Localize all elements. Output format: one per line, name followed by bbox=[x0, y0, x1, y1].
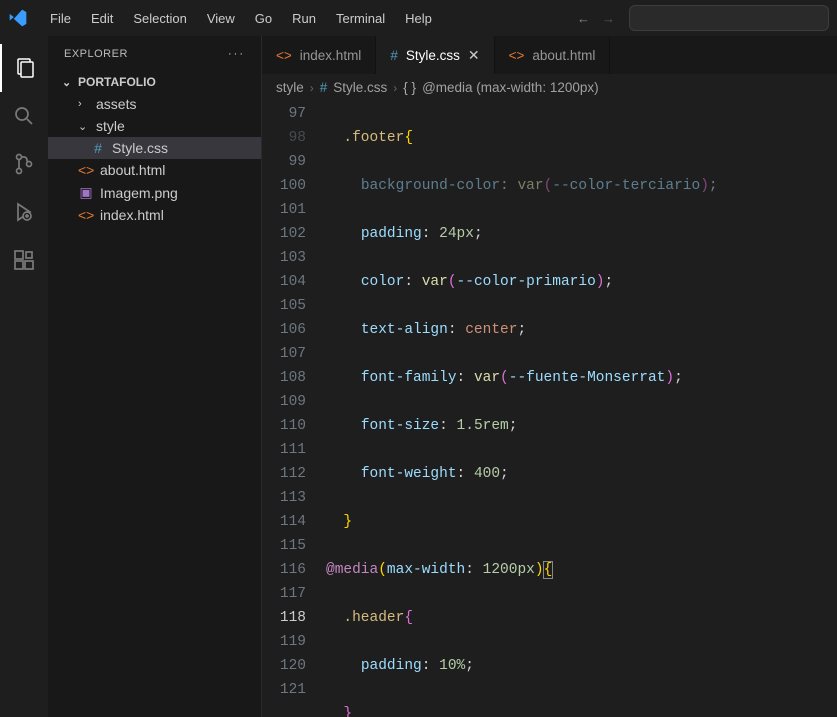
line-gutter: 9798991001011021031041051061071081091101… bbox=[262, 102, 326, 717]
editor-area: <> index.html # Style.css ✕ <> about.htm… bbox=[262, 36, 837, 717]
close-icon[interactable]: ✕ bbox=[468, 47, 480, 64]
file-about-html[interactable]: <> about.html bbox=[48, 159, 261, 181]
source-control-icon[interactable] bbox=[0, 140, 48, 188]
tab-style-css[interactable]: # Style.css ✕ bbox=[376, 36, 494, 74]
menu-edit[interactable]: Edit bbox=[83, 7, 121, 30]
html-file-icon: <> bbox=[78, 162, 94, 178]
folder-style[interactable]: ⌄ style bbox=[48, 115, 261, 137]
sidebar-more-icon[interactable]: ··· bbox=[228, 48, 245, 60]
folder-assets[interactable]: › assets bbox=[48, 93, 261, 115]
chevron-right-icon: › bbox=[393, 81, 397, 95]
file-style-css[interactable]: # Style.css bbox=[48, 137, 261, 159]
html-file-icon: <> bbox=[78, 207, 94, 223]
run-debug-icon[interactable] bbox=[0, 188, 48, 236]
menu-view[interactable]: View bbox=[199, 7, 243, 30]
chevron-right-icon: › bbox=[310, 81, 314, 95]
search-icon[interactable] bbox=[0, 92, 48, 140]
command-center-search[interactable] bbox=[629, 5, 829, 31]
css-file-icon: # bbox=[320, 80, 328, 95]
code-content[interactable]: .footer{ background-color: var(--color-t… bbox=[326, 102, 837, 717]
file-imagem-png[interactable]: ▣ Imagem.png bbox=[48, 181, 261, 204]
project-root[interactable]: ⌄ PORTAFOLIO bbox=[48, 71, 261, 93]
css-file-icon: # bbox=[90, 140, 106, 156]
nav-back-icon[interactable]: ← bbox=[577, 11, 590, 26]
image-file-icon: ▣ bbox=[78, 184, 94, 201]
breadcrumb-file[interactable]: Style.css bbox=[333, 80, 387, 95]
explorer-sidebar: EXPLORER ··· ⌄ PORTAFOLIO › assets ⌄ sty… bbox=[48, 36, 262, 717]
html-file-icon: <> bbox=[276, 48, 292, 63]
vscode-logo-icon bbox=[8, 8, 28, 28]
menu-terminal[interactable]: Terminal bbox=[328, 7, 393, 30]
menu-help[interactable]: Help bbox=[397, 7, 440, 30]
menu-file[interactable]: File bbox=[42, 7, 79, 30]
breadcrumbs[interactable]: style › # Style.css › { } @media (max-wi… bbox=[262, 74, 837, 102]
sidebar-title: EXPLORER bbox=[64, 48, 128, 60]
explorer-icon[interactable] bbox=[0, 44, 48, 92]
css-file-icon: # bbox=[390, 48, 398, 63]
titlebar: File Edit Selection View Go Run Terminal… bbox=[0, 0, 837, 36]
tab-index-html[interactable]: <> index.html bbox=[262, 36, 376, 74]
code-editor[interactable]: 9798991001011021031041051061071081091101… bbox=[262, 102, 837, 717]
chevron-right-icon: › bbox=[78, 98, 90, 110]
file-index-html[interactable]: <> index.html bbox=[48, 204, 261, 226]
tab-about-html[interactable]: <> about.html bbox=[495, 36, 611, 74]
breadcrumb-folder[interactable]: style bbox=[276, 80, 304, 95]
menu-selection[interactable]: Selection bbox=[125, 7, 194, 30]
html-file-icon: <> bbox=[509, 48, 525, 63]
nav-forward-icon[interactable]: → bbox=[602, 11, 615, 26]
extensions-icon[interactable] bbox=[0, 236, 48, 284]
symbol-braces-icon: { } bbox=[403, 80, 416, 95]
editor-tabs: <> index.html # Style.css ✕ <> about.htm… bbox=[262, 36, 837, 74]
chevron-down-icon: ⌄ bbox=[62, 76, 74, 89]
breadcrumb-symbol[interactable]: @media (max-width: 1200px) bbox=[422, 80, 599, 95]
activity-bar bbox=[0, 36, 48, 717]
menu-go[interactable]: Go bbox=[247, 7, 280, 30]
chevron-down-icon: ⌄ bbox=[78, 120, 90, 133]
nav-arrows: ← → bbox=[577, 11, 615, 26]
menu-run[interactable]: Run bbox=[284, 7, 324, 30]
